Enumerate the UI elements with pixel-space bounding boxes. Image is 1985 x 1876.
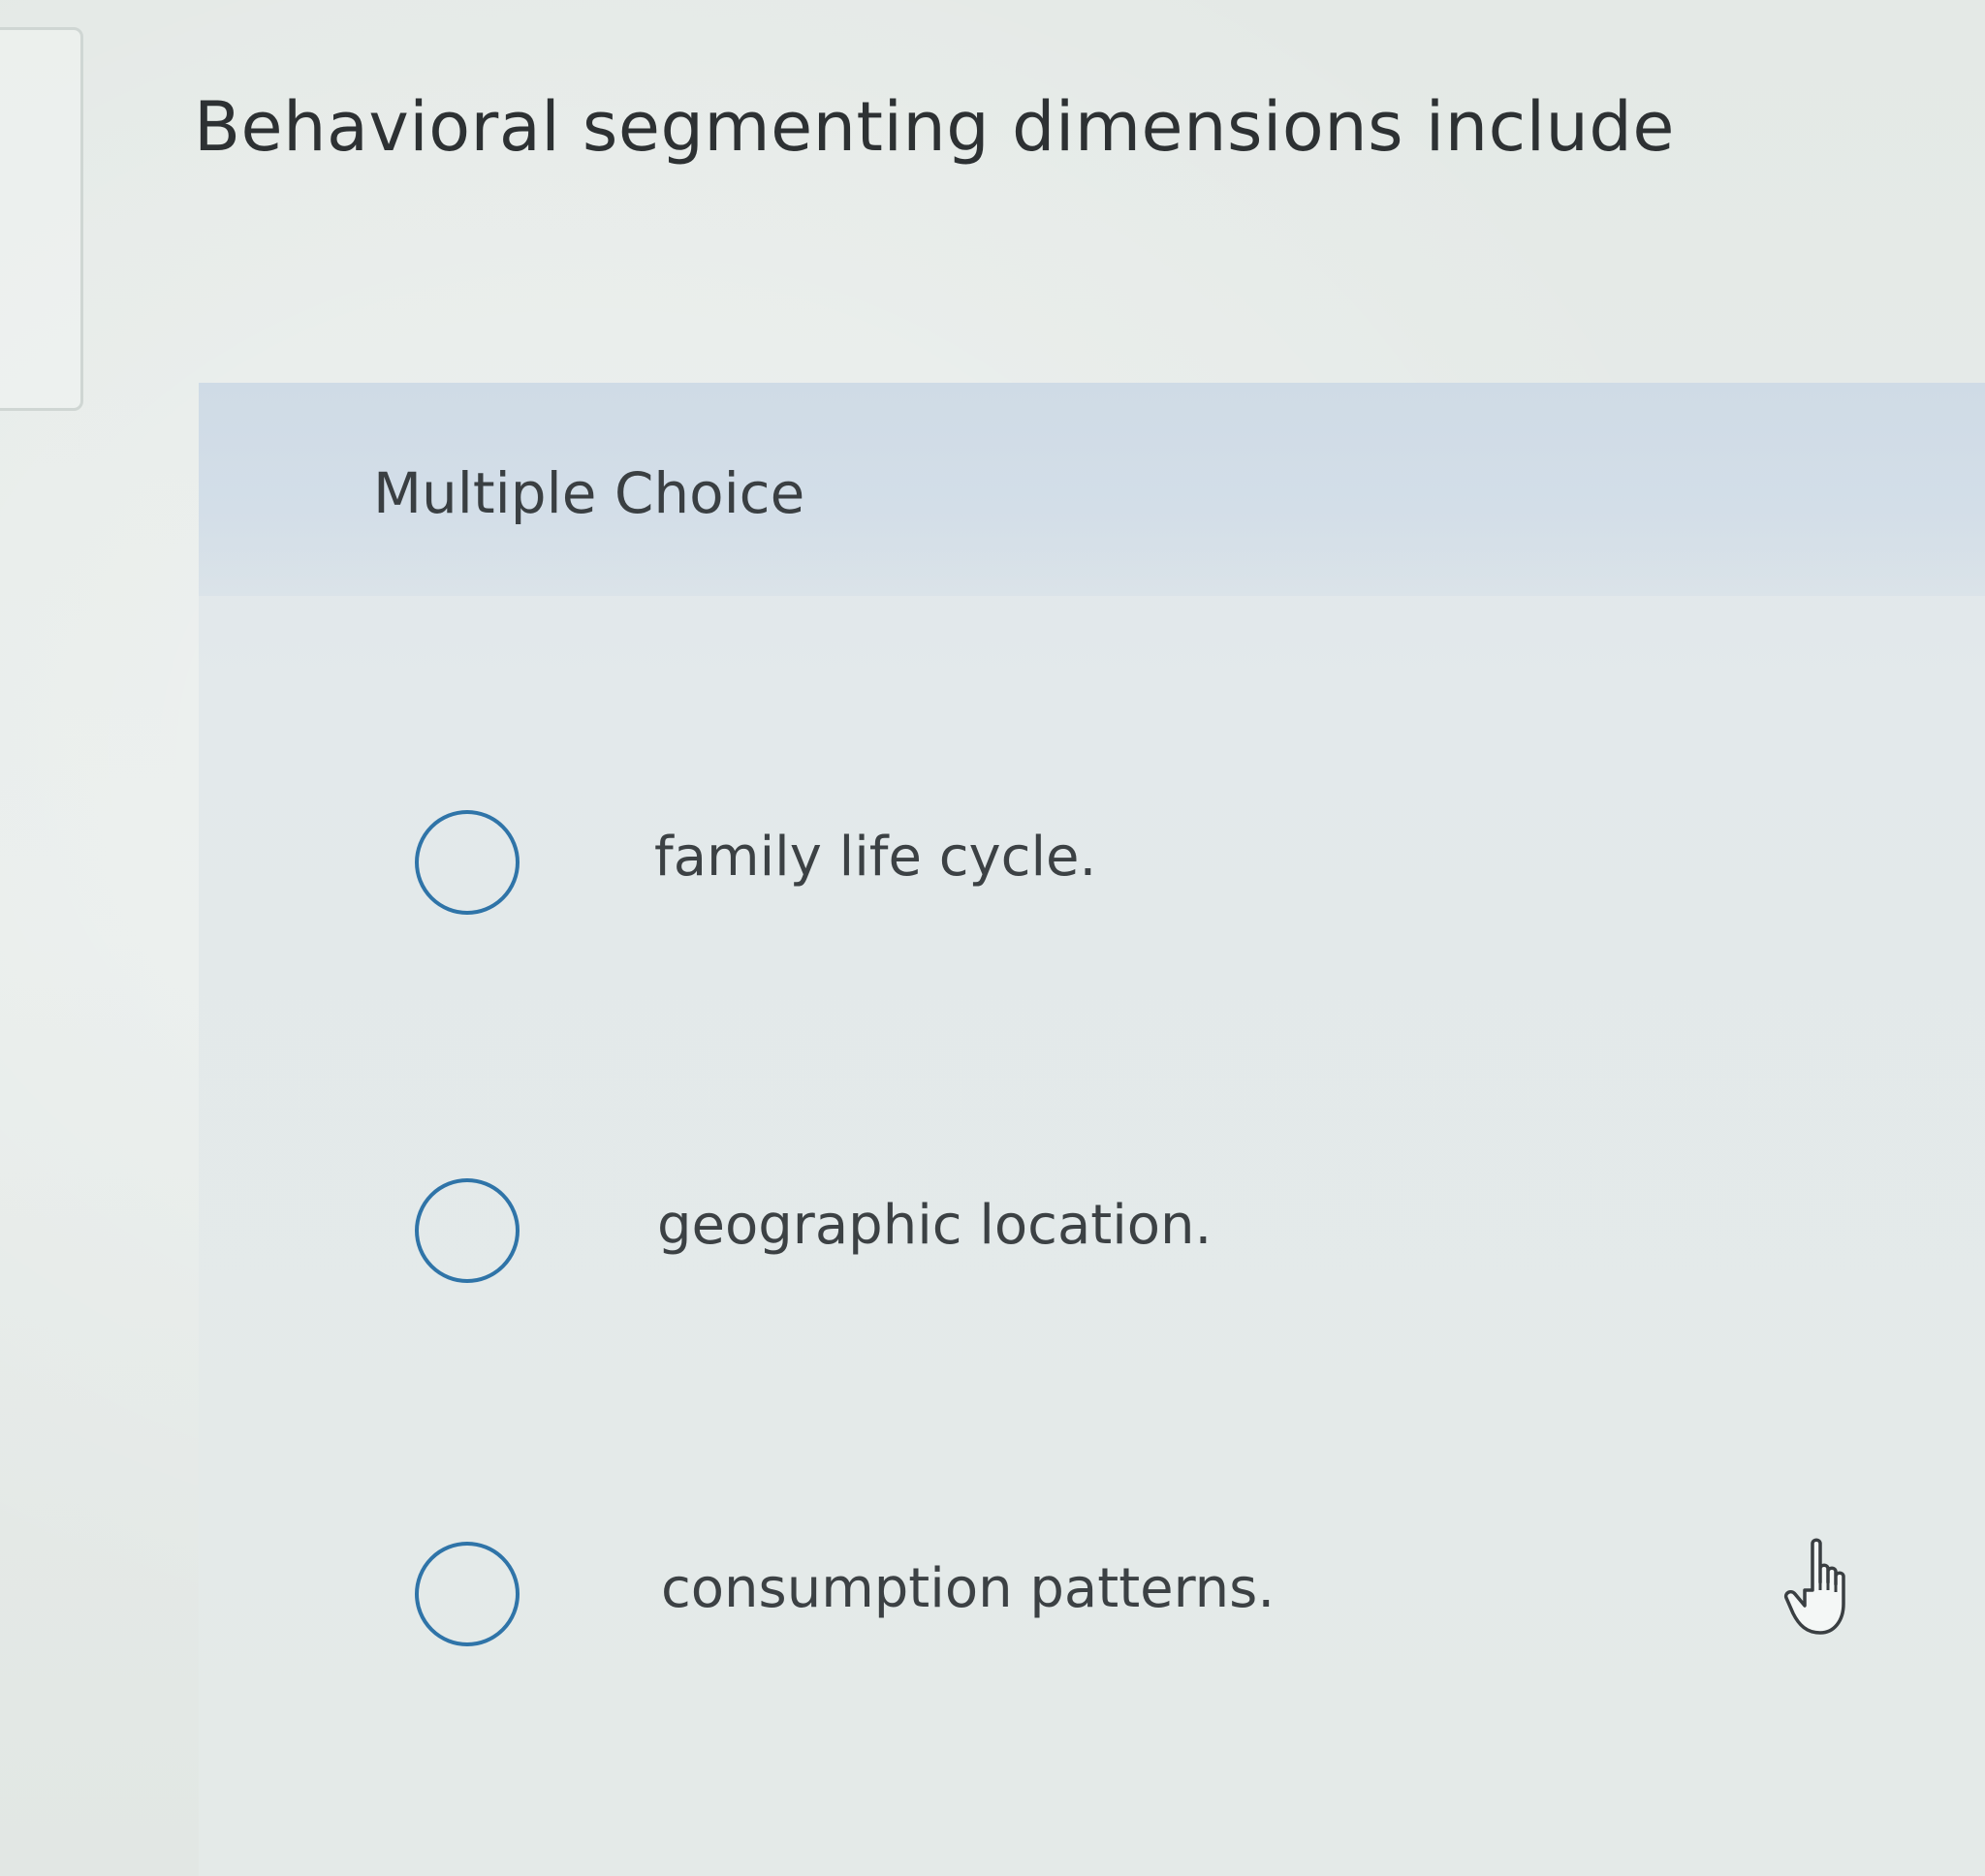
left-panel-frame	[0, 27, 83, 411]
answer-option-label-1[interactable]: family life cycle.	[654, 826, 1096, 889]
question-prompt: Behavioral segmenting dimensions include	[194, 87, 1675, 167]
answer-option-1[interactable]: family life cycle.	[407, 804, 1861, 930]
answer-option-2[interactable]: geographic location.	[407, 1172, 1861, 1298]
answer-option-label-2[interactable]: geographic location.	[657, 1194, 1212, 1257]
hand-pointer-icon	[1783, 1536, 1871, 1642]
radio-button-1[interactable]	[415, 810, 520, 915]
radio-button-2[interactable]	[415, 1178, 520, 1283]
answer-option-label-3[interactable]: consumption patterns.	[661, 1557, 1275, 1620]
radio-button-3[interactable]	[415, 1542, 520, 1646]
question-type-label: Multiple Choice	[373, 460, 805, 526]
answer-option-3[interactable]: consumption patterns.	[407, 1536, 1861, 1662]
